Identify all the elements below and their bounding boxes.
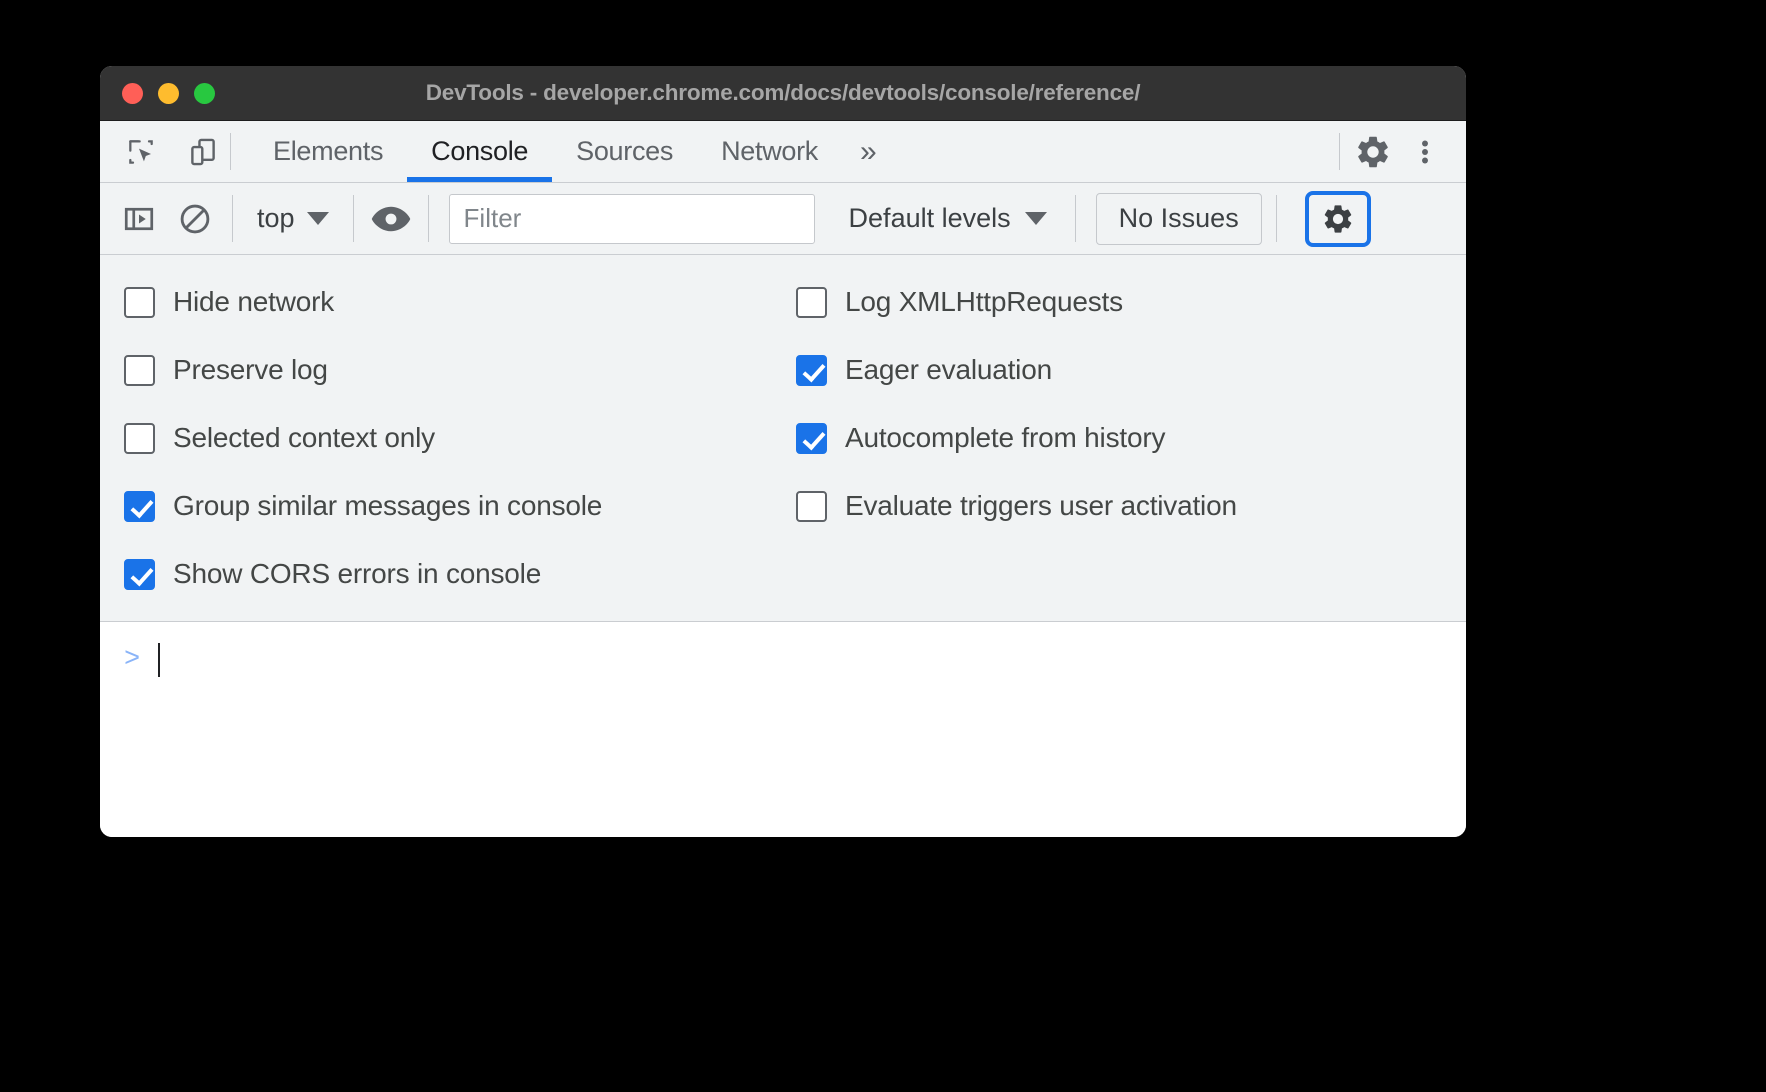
device-toolbar-icon[interactable] [180,129,226,175]
settings-gear-icon[interactable] [1350,129,1396,175]
console-output-area[interactable]: > [100,622,1466,837]
checkbox-group-similar-messages[interactable] [124,491,155,522]
checkbox-preserve-log[interactable] [124,355,155,386]
prompt-chevron-icon: > [124,645,140,675]
checkbox-selected-context-only[interactable] [124,423,155,454]
toolbar-divider-4 [1075,195,1076,242]
tabbar-right-icons [1335,121,1466,182]
window-title: DevTools - developer.chrome.com/docs/dev… [100,80,1466,106]
tab-network[interactable]: Network [697,121,842,182]
setting-label: Log XMLHttpRequests [845,286,1123,318]
console-text-caret [158,643,160,677]
checkbox-evaluate-triggers-user-activation[interactable] [796,491,827,522]
chevron-down-icon [1025,212,1047,225]
clear-console-icon[interactable] [172,196,218,242]
console-settings-panel: Hide network Preserve log Selected conte… [100,255,1466,622]
setting-preserve-log[interactable]: Preserve log [124,349,710,391]
toolbar-divider-5 [1276,195,1277,242]
chevron-down-icon [307,212,329,225]
traffic-lights [122,83,215,104]
setting-eager-evaluation[interactable]: Eager evaluation [796,349,1237,391]
setting-label: Autocomplete from history [845,422,1165,454]
filter-input[interactable]: Filter [449,194,815,244]
minimize-window-button[interactable] [158,83,179,104]
setting-label: Evaluate triggers user activation [845,490,1237,522]
tab-elements[interactable]: Elements [249,121,407,182]
panel-tabs: Elements Console Sources Network » [249,121,894,182]
checkbox-hide-network[interactable] [124,287,155,318]
setting-group-similar-messages[interactable]: Group similar messages in console [124,485,710,527]
more-tabs-chevron-icon[interactable]: » [842,121,894,182]
live-expression-eye-icon[interactable] [368,196,414,242]
setting-label: Preserve log [173,354,328,386]
more-options-icon[interactable] [1402,129,1448,175]
tab-console-label: Console [431,136,528,167]
setting-label: Group similar messages in console [173,490,602,522]
setting-selected-context-only[interactable]: Selected context only [124,417,710,459]
console-sidebar-toggle-icon[interactable] [116,196,162,242]
checkbox-log-xmlhttprequests[interactable] [796,287,827,318]
setting-label: Show CORS errors in console [173,558,541,590]
log-levels-dropdown[interactable]: Default levels [835,203,1061,234]
tabbar-divider [230,133,231,170]
setting-label: Selected context only [173,422,435,454]
setting-label: Hide network [173,286,334,318]
close-window-button[interactable] [122,83,143,104]
screenshot-root: DevTools - developer.chrome.com/docs/dev… [0,0,1766,1092]
inspect-element-icon[interactable] [118,129,164,175]
toolbar-divider-2 [353,195,354,242]
issues-label: No Issues [1119,203,1239,234]
more-tabs-label: » [860,135,876,169]
window-titlebar: DevTools - developer.chrome.com/docs/dev… [100,66,1466,121]
settings-left-column: Hide network Preserve log Selected conte… [100,281,710,595]
settings-right-column: Log XMLHttpRequests Eager evaluation Aut… [710,281,1237,595]
setting-autocomplete-from-history[interactable]: Autocomplete from history [796,417,1237,459]
toolbar-divider-3 [428,195,429,242]
tab-network-label: Network [721,136,818,167]
devtools-window: DevTools - developer.chrome.com/docs/dev… [100,66,1466,837]
setting-show-cors-errors[interactable]: Show CORS errors in console [124,553,710,595]
console-settings-button[interactable] [1305,191,1371,247]
toolbar-divider-1 [232,195,233,242]
tab-sources[interactable]: Sources [552,121,697,182]
checkbox-eager-evaluation[interactable] [796,355,827,386]
issues-button[interactable]: No Issues [1096,193,1262,245]
execution-context-selector[interactable]: top [247,203,339,234]
tabbar-right-divider [1339,133,1340,170]
tabbar-left-icons [100,121,226,182]
tab-console[interactable]: Console [407,121,552,182]
devtools-tabbar: Elements Console Sources Network » [100,121,1466,183]
tab-sources-label: Sources [576,136,673,167]
setting-hide-network[interactable]: Hide network [124,281,710,323]
checkbox-show-cors-errors[interactable] [124,559,155,590]
tab-elements-label: Elements [273,136,383,167]
execution-context-value: top [257,203,295,234]
checkbox-autocomplete-from-history[interactable] [796,423,827,454]
maximize-window-button[interactable] [194,83,215,104]
setting-label: Eager evaluation [845,354,1052,386]
console-prompt-row[interactable]: > [100,640,1466,680]
console-toolbar: top Filter Default levels No Issues [100,183,1466,255]
setting-log-xmlhttprequests[interactable]: Log XMLHttpRequests [796,281,1237,323]
setting-evaluate-triggers-user-activation[interactable]: Evaluate triggers user activation [796,485,1237,527]
log-levels-label: Default levels [849,203,1011,234]
